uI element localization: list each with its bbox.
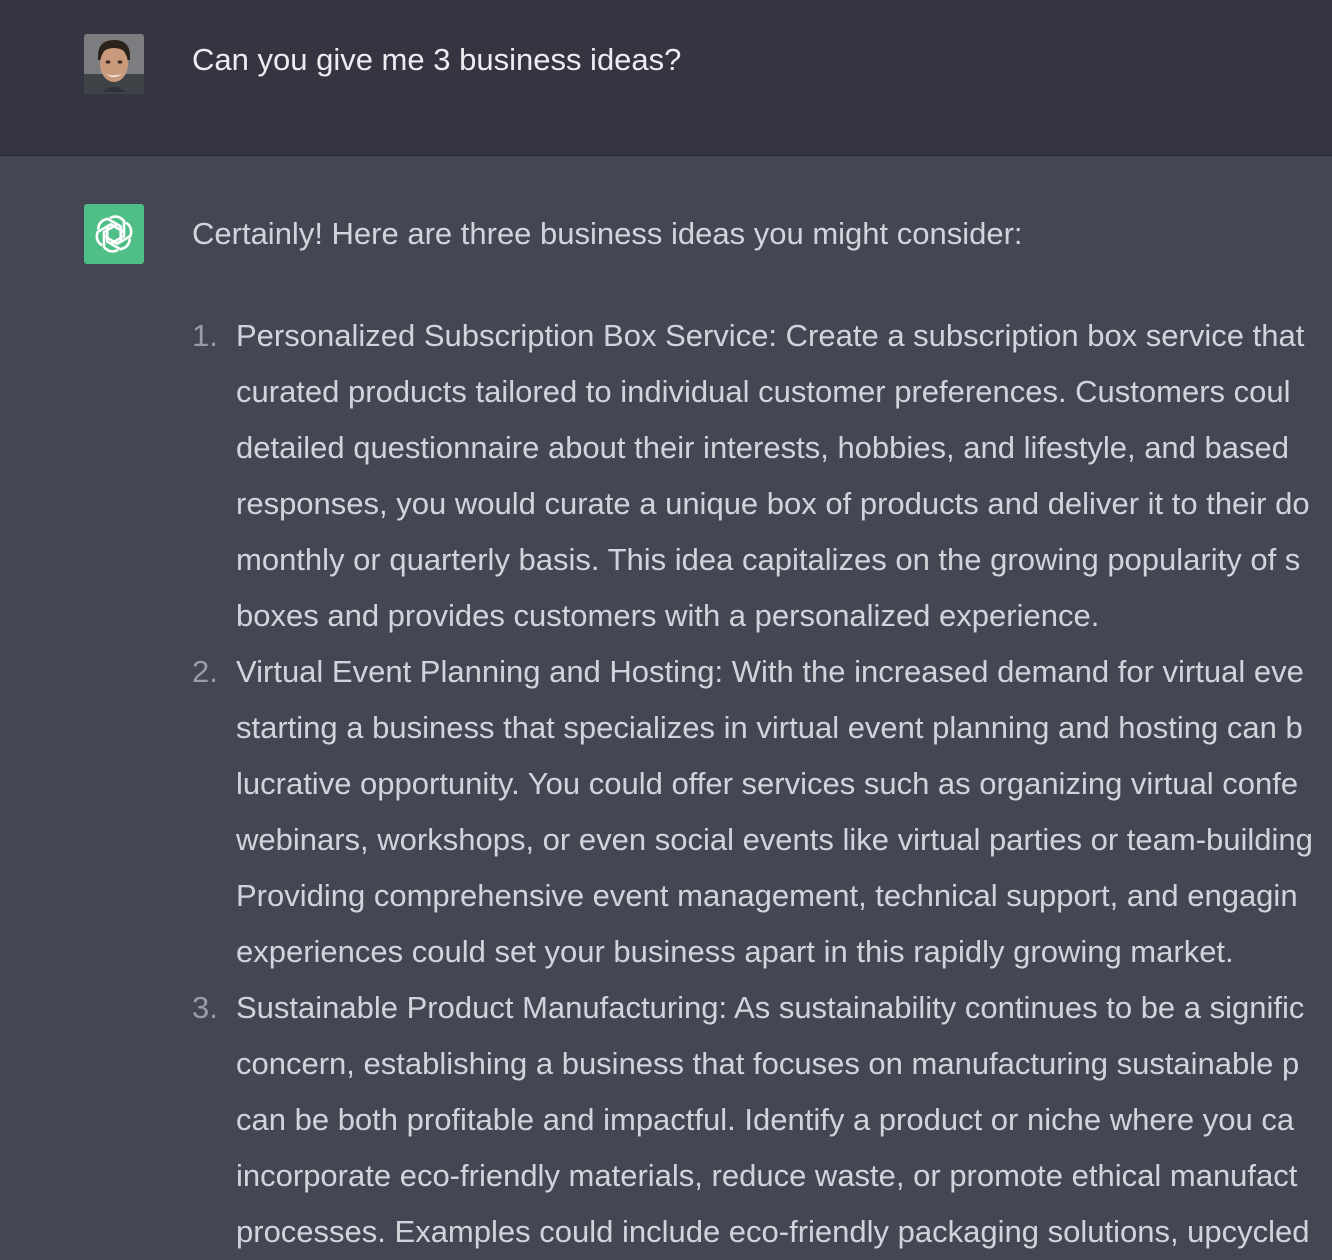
user-message-row: Can you give me 3 business ideas? [0,0,1332,156]
assistant-message-row: Certainly! Here are three business ideas… [0,156,1332,1249]
list-item-line: curated products tailored to individual … [236,374,1291,409]
openai-logo-icon [95,215,133,253]
list-item: 3. Sustainable Product Manufacturing: As… [192,980,1332,1260]
list-item-line: Providing comprehensive event management… [236,878,1298,913]
list-item-line: Personalized Subscription Box Service: C… [236,318,1305,353]
user-avatar [84,34,144,94]
list-item-line: lucrative opportunity. You could offer s… [236,766,1299,801]
list-item-line: can be both profitable and impactful. Id… [236,1102,1295,1137]
assistant-intro-text: Certainly! Here are three business ideas… [192,216,1023,251]
list-item-line: incorporate eco-friendly materials, redu… [236,1158,1298,1193]
list-item-line: Sustainable Product Manufacturing: As su… [236,990,1305,1025]
list-item-line: monthly or quarterly basis. This idea ca… [236,542,1301,577]
list-item: 1. Personalized Subscription Box Service… [192,308,1332,644]
user-avatar-photo [84,34,144,94]
list-item-line: boxes and provides customers with a pers… [236,598,1100,633]
list-item-line: Virtual Event Planning and Hosting: With… [236,654,1304,689]
list-item-number: 1. [192,318,218,353]
list-item-number: 3. [192,990,218,1025]
list-item-number: 2. [192,654,218,689]
list-item-line: concern, establishing a business that fo… [236,1046,1300,1081]
list-item-line: processes. Examples could include eco-fr… [236,1214,1310,1249]
ideas-list: 1. Personalized Subscription Box Service… [192,308,1332,1260]
list-item-line: responses, you would curate a unique box… [236,486,1310,521]
list-item: 2. Virtual Event Planning and Hosting: W… [192,644,1332,980]
list-item-line: detailed questionnaire about their inter… [236,430,1289,465]
assistant-avatar [84,204,144,264]
list-item-line: starting a business that specializes in … [236,710,1303,745]
user-message-text: Can you give me 3 business ideas? [192,42,682,77]
list-item-line: webinars, workshops, or even social even… [236,822,1313,857]
list-item-line: experiences could set your business apar… [236,934,1234,969]
